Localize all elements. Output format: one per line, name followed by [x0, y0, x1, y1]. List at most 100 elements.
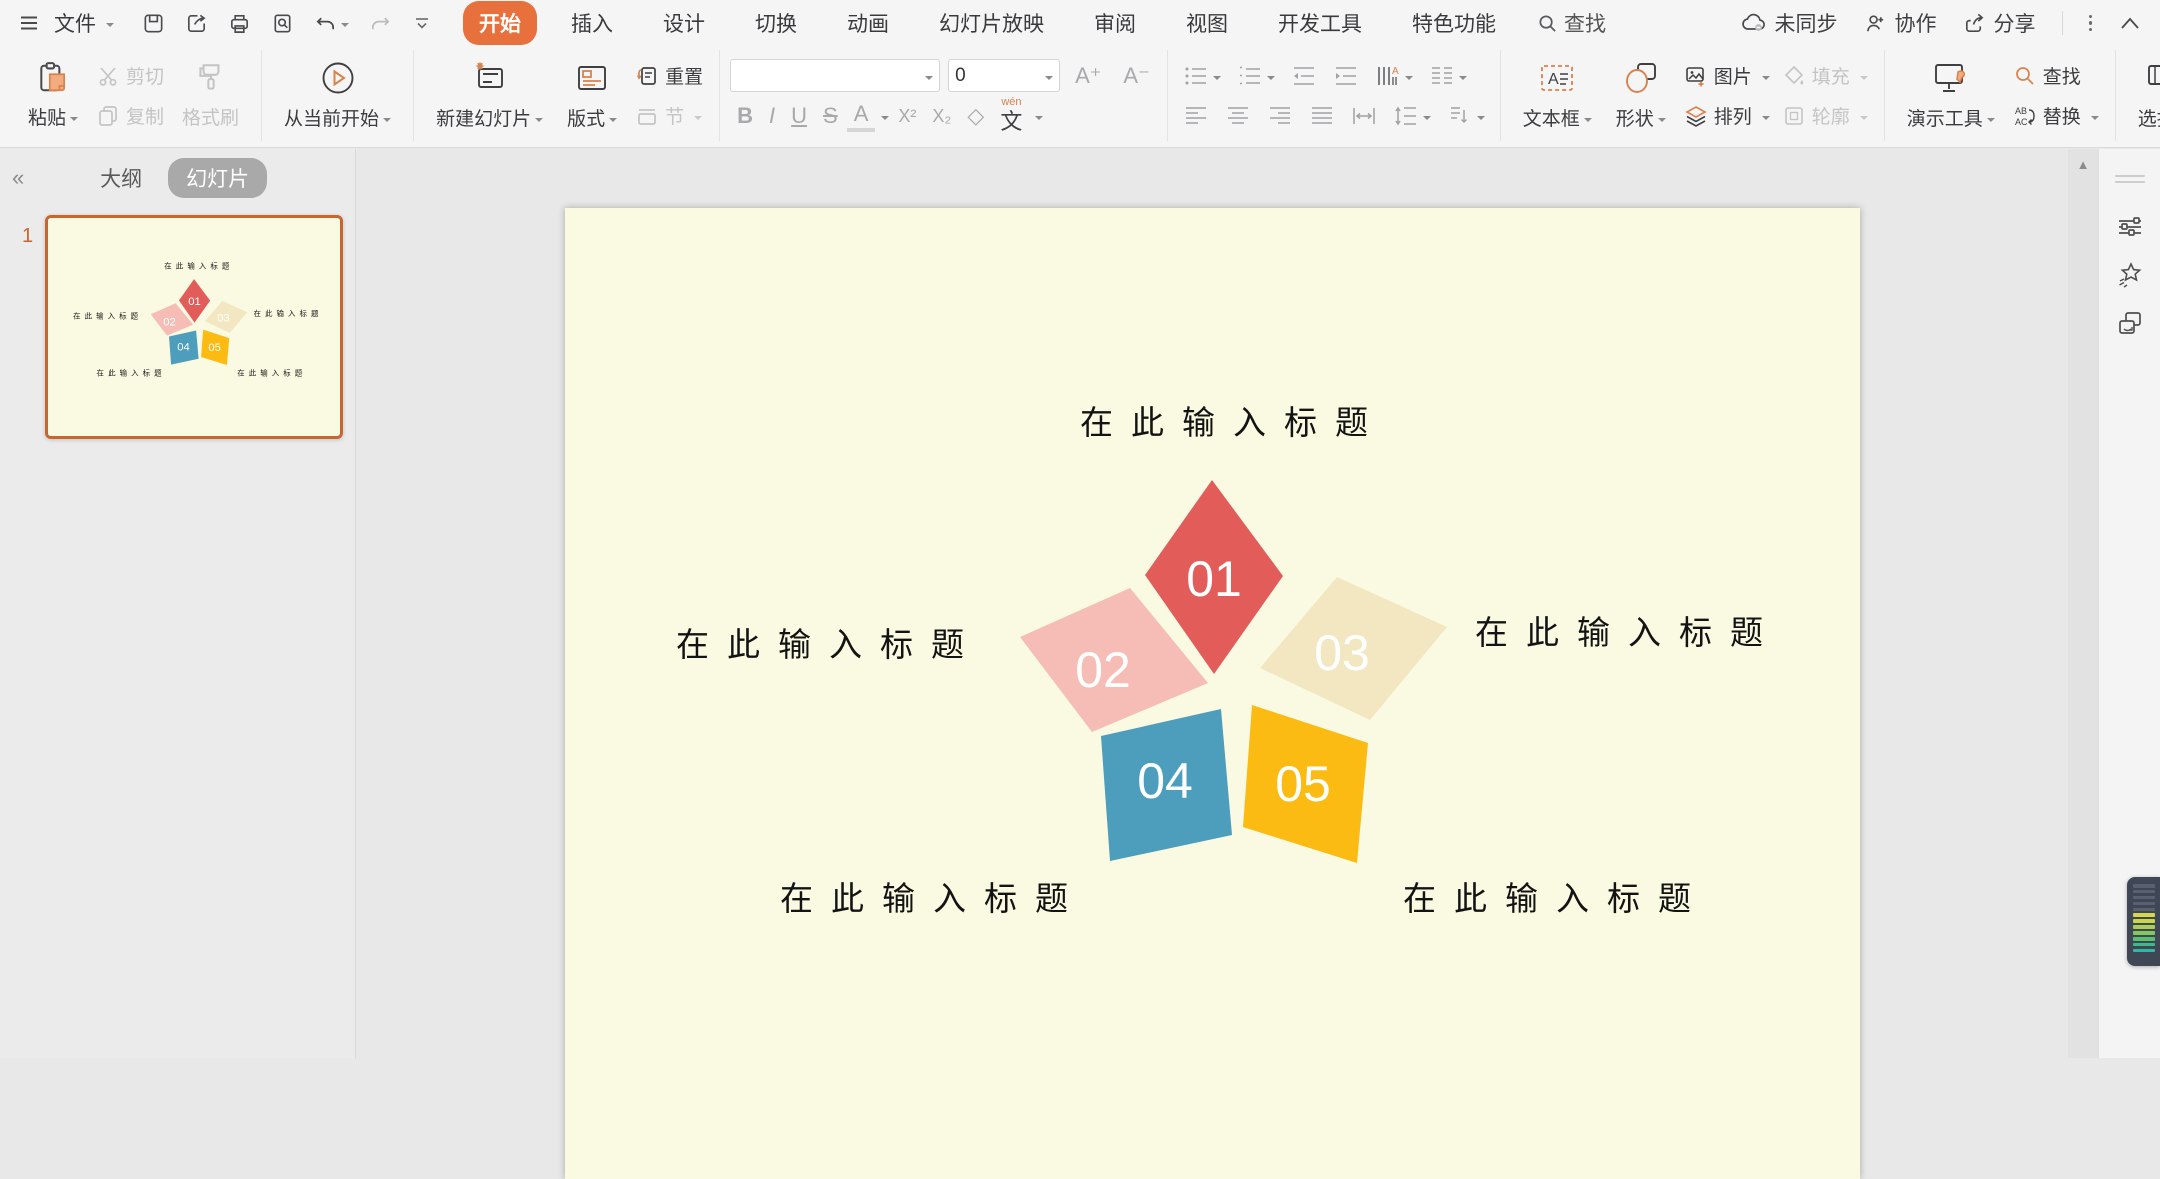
outline-button[interactable]: 轮廓: [1776, 100, 1874, 132]
bullet-list-button[interactable]: [1178, 60, 1226, 92]
more-options-button[interactable]: [2089, 12, 2093, 35]
collapse-panel-icon[interactable]: «: [12, 165, 24, 191]
text-direction-button[interactable]: A: [1370, 60, 1418, 92]
sync-status[interactable]: 未同步: [1741, 8, 1838, 38]
tab-slides[interactable]: 幻灯片: [168, 158, 267, 198]
select-label: 选择: [2138, 104, 2160, 131]
grow-font-button[interactable]: A⁺: [1068, 60, 1108, 92]
main-menu-button[interactable]: [18, 12, 40, 34]
presentation-tools-button[interactable]: 演示工具: [1895, 50, 2007, 142]
increase-indent-button[interactable]: [1328, 60, 1364, 92]
tab-design[interactable]: 设计: [647, 1, 721, 45]
fill-button[interactable]: 填充: [1776, 60, 1874, 92]
menubar-find-button[interactable]: 查找: [1537, 8, 1606, 38]
decrease-indent-button[interactable]: [1286, 60, 1322, 92]
tab-view[interactable]: 视图: [1170, 1, 1244, 45]
slide-thumbnail[interactable]: 01 02 03 04 05 在此输入标题 在此输入标题 在此输入标题 在此输入…: [45, 215, 343, 439]
caret-down-icon: [1762, 76, 1770, 84]
tab-animation[interactable]: 动画: [831, 1, 905, 45]
share-button[interactable]: 分享: [1963, 8, 2036, 38]
tab-review[interactable]: 审阅: [1078, 1, 1152, 45]
italic-button[interactable]: I: [762, 100, 782, 132]
phonetic-guide-button[interactable]: wén 文: [993, 100, 1029, 132]
title-top[interactable]: 在此输入标题: [1080, 396, 1386, 444]
menu-bar: 文件 开始 插入 设计 切换 动画 幻灯片放映 审阅 视图 开发工具 特色功能 …: [0, 0, 2160, 46]
collaborate-button[interactable]: 协作: [1864, 8, 1937, 38]
title-bottom-right[interactable]: 在此输入标题: [237, 367, 306, 378]
tab-special-features[interactable]: 特色功能: [1396, 1, 1512, 45]
title-left[interactable]: 在此输入标题: [676, 618, 982, 666]
undo-icon: [314, 12, 337, 35]
layout-button[interactable]: 版式: [555, 50, 629, 142]
paragraph-settings-button[interactable]: [1442, 100, 1490, 132]
picture-button[interactable]: 图片: [1678, 60, 1776, 92]
play-from-current-button[interactable]: 从当前开始: [272, 50, 403, 142]
dock-widget[interactable]: [2127, 877, 2160, 966]
tab-devtools[interactable]: 开发工具: [1262, 1, 1378, 45]
insert-group: A 文本框 形状 图片 排列 填充: [1500, 50, 1884, 141]
customize-toolbar-icon[interactable]: [412, 13, 432, 33]
distribute-text-button[interactable]: [1346, 100, 1382, 132]
title-bottom-right[interactable]: 在此输入标题: [1403, 872, 1709, 920]
replace-button[interactable]: ABAC 替换: [2007, 100, 2105, 132]
align-left-button[interactable]: [1178, 100, 1214, 132]
undo-button[interactable]: [314, 12, 349, 35]
copy-button[interactable]: 复制: [90, 100, 170, 132]
font-size-combobox[interactable]: 0: [948, 59, 1060, 92]
font-name-combobox[interactable]: [730, 59, 940, 92]
collapse-ribbon-icon[interactable]: [2118, 15, 2142, 31]
title-top[interactable]: 在此输入标题: [164, 260, 233, 271]
reset-button[interactable]: 重置: [629, 60, 709, 92]
bold-button[interactable]: B: [730, 100, 760, 132]
textbox-button[interactable]: A 文本框: [1511, 50, 1604, 142]
columns-button[interactable]: [1424, 60, 1472, 92]
align-center-button[interactable]: [1220, 100, 1256, 132]
line-spacing-button[interactable]: [1388, 100, 1436, 132]
shrink-font-button[interactable]: A⁻: [1116, 60, 1156, 92]
format-painter-button[interactable]: 格式刷: [170, 50, 251, 142]
subscript-button[interactable]: X₂: [925, 100, 958, 132]
transition-pane-button[interactable]: [2099, 299, 2160, 347]
menubar-find-label: 查找: [1564, 8, 1606, 38]
export-icon[interactable]: [185, 12, 208, 35]
print-preview-icon[interactable]: [271, 12, 294, 35]
title-left[interactable]: 在此输入标题: [73, 310, 142, 321]
align-right-button[interactable]: [1262, 100, 1298, 132]
tab-home[interactable]: 开始: [463, 1, 537, 45]
smart-effects-button[interactable]: [2099, 251, 2160, 299]
tab-outline[interactable]: 大纲: [100, 163, 142, 193]
object-properties-button[interactable]: [2099, 203, 2160, 251]
cut-button[interactable]: 剪切: [90, 60, 170, 92]
save-icon[interactable]: [142, 12, 165, 35]
number-01: 01: [188, 296, 201, 308]
underline-button[interactable]: U: [784, 100, 814, 132]
slide-page[interactable]: 01 02 03 04 05 在此输入标题 在此输入标题 在此输入标题 在此输入…: [565, 208, 1860, 1179]
vertical-scrollbar[interactable]: ▲: [2068, 149, 2098, 1058]
new-slide-button[interactable]: 新建幻灯片: [424, 50, 555, 142]
find-button[interactable]: 查找: [2007, 60, 2105, 92]
numbered-list-button[interactable]: [1232, 60, 1280, 92]
print-icon[interactable]: [228, 12, 251, 35]
file-menu[interactable]: 文件: [54, 8, 114, 38]
title-right[interactable]: 在此输入标题: [1475, 606, 1781, 654]
shapes-button[interactable]: 形状: [1604, 50, 1678, 142]
redo-icon[interactable]: [369, 12, 392, 35]
superscript-button[interactable]: X²: [891, 100, 923, 132]
arrange-button[interactable]: 排列: [1678, 100, 1776, 132]
justify-button[interactable]: [1304, 100, 1340, 132]
scroll-up-icon[interactable]: ▲: [2077, 157, 2090, 1058]
title-bottom-left[interactable]: 在此输入标题: [780, 872, 1086, 920]
sidebar-drag-handle[interactable]: [2099, 155, 2160, 203]
clear-format-button[interactable]: ◇: [960, 100, 991, 132]
font-color-button[interactable]: A: [847, 100, 876, 132]
tab-insert[interactable]: 插入: [555, 1, 629, 45]
tab-transition[interactable]: 切换: [739, 1, 813, 45]
section-button[interactable]: 节: [629, 100, 709, 132]
title-bottom-left[interactable]: 在此输入标题: [97, 367, 166, 378]
select-button[interactable]: 选择: [2126, 50, 2160, 142]
title-right[interactable]: 在此输入标题: [253, 307, 322, 318]
strikethrough-button[interactable]: S: [816, 100, 845, 132]
paste-button[interactable]: 粘贴: [16, 50, 90, 142]
tab-slideshow[interactable]: 幻灯片放映: [923, 1, 1060, 45]
editing-canvas[interactable]: 01 02 03 04 05 在此输入标题 在此输入标题 在此输入标题 在此输入…: [357, 149, 2068, 1058]
